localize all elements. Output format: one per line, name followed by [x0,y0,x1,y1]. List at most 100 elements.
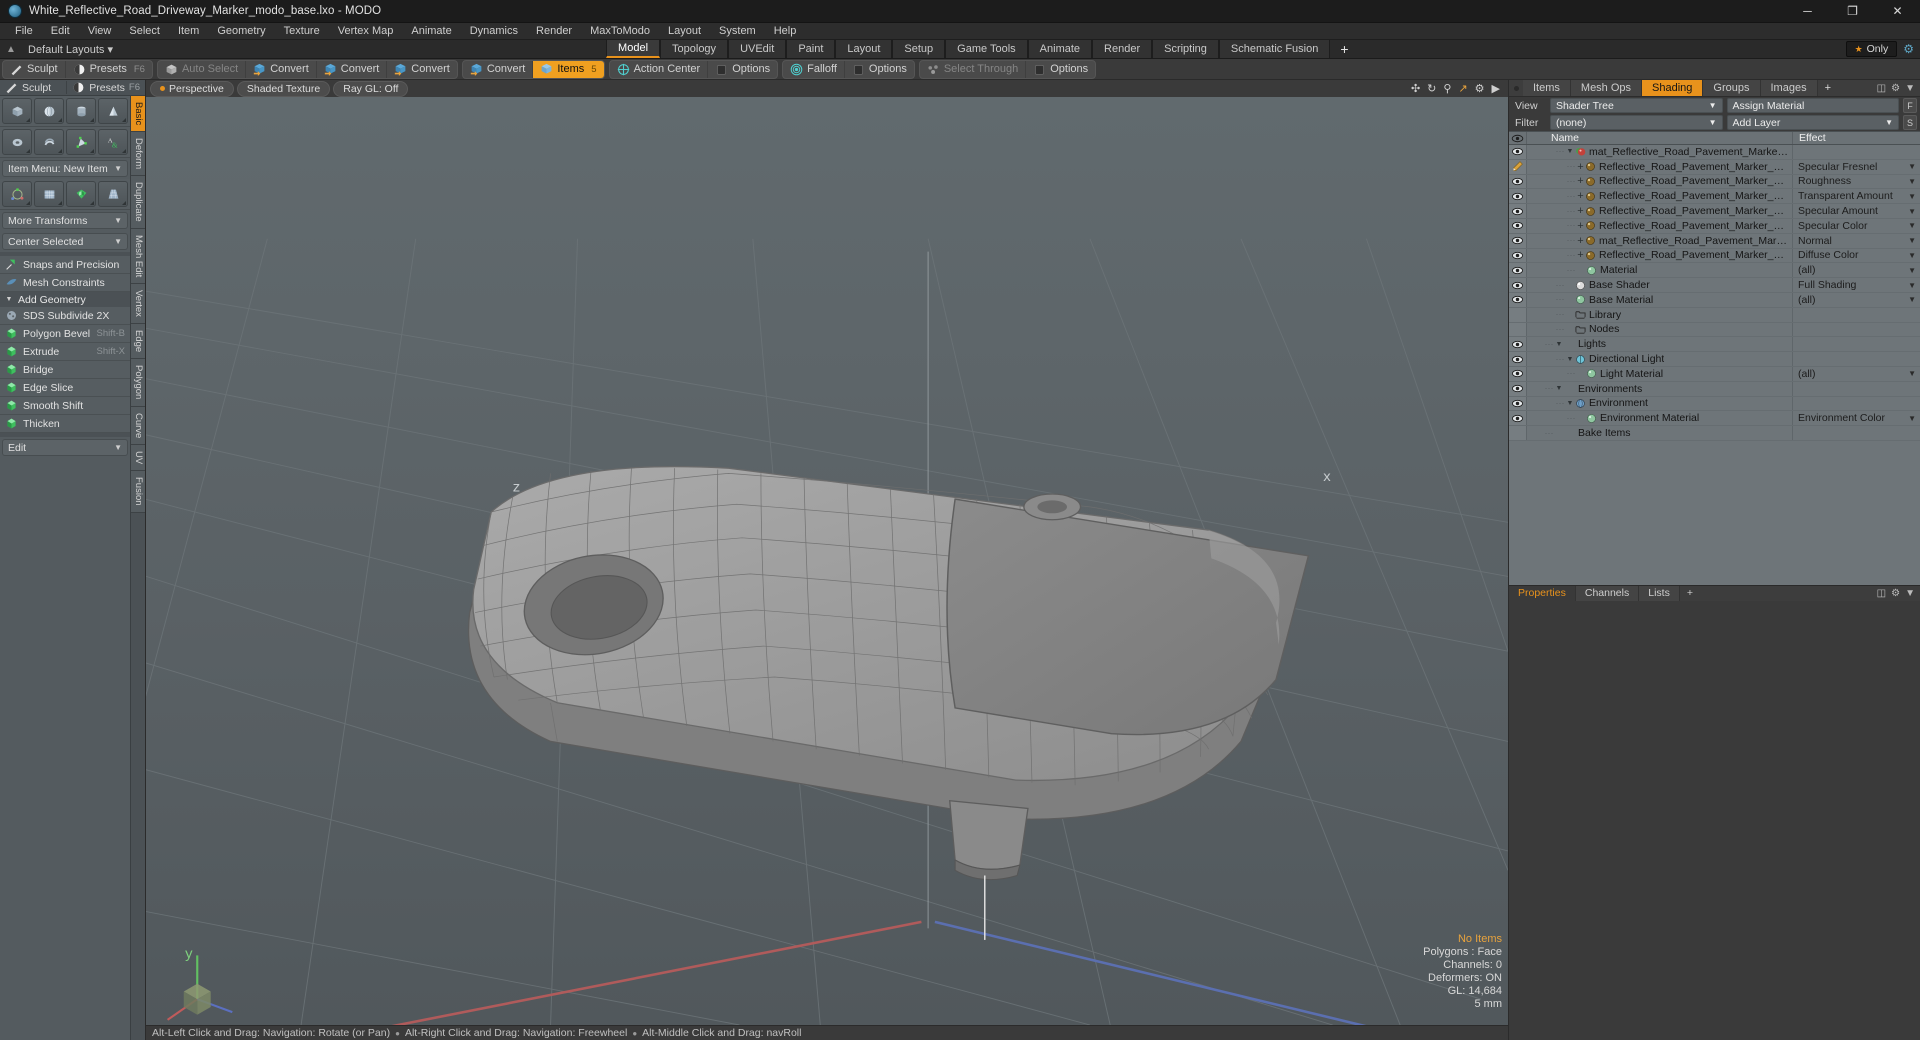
layout-tab-animate[interactable]: Animate [1027,40,1093,58]
expand-collapse-icon[interactable]: ▼ [1554,385,1564,392]
close-button[interactable]: ✕ [1875,0,1920,22]
fit-icon[interactable]: ↗ [1458,82,1467,95]
eye-icon[interactable] [1511,190,1524,203]
chevron-down-icon[interactable]: ▼ [1905,588,1915,599]
geometry-item-extrude[interactable]: Extrude Shift-X [0,343,130,361]
add-layer-button[interactable]: S [1903,115,1917,130]
add-properties-tab-button[interactable]: + [1679,585,1700,601]
rotate-icon[interactable]: ↻ [1427,82,1436,95]
visibility-toggle[interactable] [1509,174,1527,189]
toolbar-button-select-through[interactable]: Select Through [920,60,1027,78]
layout-tab-uvedit[interactable]: UVEdit [728,40,787,58]
left-vertical-tab-polygon[interactable]: Polygon [131,359,145,407]
minimize-button[interactable]: ─ [1785,0,1830,22]
shader-tree-effect-cell[interactable]: (all) ▼ [1792,263,1920,278]
menu-item-geometry[interactable]: Geometry [208,23,274,40]
assign-material-dropdown[interactable]: Assign Material [1726,98,1899,113]
cone-icon[interactable] [98,98,128,124]
expand-icon[interactable]: + [1576,250,1585,261]
toolbar-button-sculpt[interactable]: Sculpt [3,60,66,78]
polygon-pen-icon[interactable] [66,129,96,155]
shader-tree-row[interactable]: ⋯ Environment Material Environment Color ▼ [1509,411,1920,427]
properties-tab-lists[interactable]: Lists [1639,585,1680,601]
expand-icon[interactable]: + [1576,206,1585,217]
geometry-item-thicken[interactable]: Thicken [0,415,130,433]
menu-item-vertex-map[interactable]: Vertex Map [329,23,403,40]
geometry-item-smooth-shift[interactable]: Smooth Shift [0,397,130,415]
more-transforms-dropdown[interactable]: More Transforms ▼ [2,212,128,229]
menu-item-maxtomodo[interactable]: MaxToModo [581,23,659,40]
visibility-toggle[interactable] [1509,396,1527,411]
eye-icon[interactable] [1511,234,1524,247]
left-vertical-tab-basic[interactable]: Basic [131,96,145,133]
geometry-item-bridge[interactable]: Bridge [0,361,130,379]
left-vertical-tab-fusion[interactable]: Fusion [131,471,145,513]
shader-tree-row[interactable]: ⋯ Base Material (all) ▼ [1509,292,1920,308]
menu-item-render[interactable]: Render [527,23,581,40]
expand-collapse-icon[interactable]: ▼ [1565,400,1575,407]
item-menu-dropdown[interactable]: Item Menu: New Item ▼ [2,160,128,177]
shader-tree-effect-cell[interactable]: Full Shading ▼ [1792,278,1920,292]
toolbar-button-convert[interactable]: Convert [246,60,317,78]
layout-tab-setup[interactable]: Setup [892,40,946,58]
shader-tree-effect-cell[interactable]: Environment Color ▼ [1792,411,1920,426]
popout-icon[interactable]: ◫ [1877,83,1886,94]
only-toggle-button[interactable]: ★ Only [1845,41,1898,57]
right-tab-groups[interactable]: Groups [1703,80,1761,96]
layout-tab-topology[interactable]: Topology [660,40,729,58]
layout-tab-render[interactable]: Render [1092,40,1153,58]
visibility-toggle[interactable] [1509,189,1527,204]
properties-tab-channels[interactable]: Channels [1575,585,1640,601]
expand-collapse-icon[interactable]: ▼ [1565,148,1575,155]
center-selected-dropdown[interactable]: Center Selected ▼ [2,233,128,250]
add-right-tab-button[interactable]: + [1817,80,1839,96]
expand-collapse-icon[interactable]: ▼ [1565,356,1575,363]
cylinder-icon[interactable] [66,98,96,124]
gear-icon[interactable]: ⚙ [1891,83,1900,94]
gear-icon[interactable]: ⚙ [1891,588,1900,599]
shader-tree-row[interactable]: ⋯ + Reflective_Road_Pavement_Marker_geo1_ … [1509,204,1920,219]
toolbar-button-falloff[interactable]: Falloff [783,60,845,78]
shader-tree-row[interactable]: ⋯ ▼ Environment [1509,396,1920,412]
text-icon[interactable]: A & [98,129,128,155]
shader-tree-row[interactable]: ⋯ Bake Items [1509,426,1920,441]
eye-icon[interactable] [1511,219,1524,232]
shader-tree-effect-cell[interactable]: Diffuse Color ▼ [1792,248,1920,263]
menu-item-select[interactable]: Select [120,23,169,40]
shader-tree-row[interactable]: ⋯ + Reflective_Road_Pavement_Marker_geo1_ … [1509,174,1920,190]
brush-icon[interactable] [1511,160,1524,173]
right-tab-shading[interactable]: Shading [1642,80,1704,96]
visibility-toggle[interactable] [1509,366,1527,381]
toolbar-button-convert[interactable]: Convert [463,60,534,78]
shader-tree-row[interactable]: ⋯ + Reflective_Road_Pavement_Marker_geo1_ … [1509,248,1920,264]
lattice-icon[interactable] [98,181,128,207]
visibility-toggle[interactable] [1509,352,1527,366]
shader-tree-row[interactable]: ⋯ + Reflective_Road_Pavement_Marker_geo1_ … [1509,218,1920,234]
visibility-toggle[interactable] [1509,233,1527,248]
edit-dropdown[interactable]: Edit ▼ [2,439,128,456]
menu-item-help[interactable]: Help [765,23,806,40]
shader-tree-row[interactable]: ⋯ ▼ Environments [1509,381,1920,397]
shader-tree-row[interactable]: ⋯ + Reflective_Road_Pavement_Marker_geo1_ … [1509,159,1920,175]
eye-icon[interactable] [1511,175,1524,188]
visibility-toggle[interactable] [1509,292,1527,307]
eye-icon[interactable] [1511,397,1524,410]
right-tab-items[interactable]: Items [1523,80,1571,96]
toolbar-button-options[interactable]: Options [845,61,914,78]
menu-item-layout[interactable]: Layout [659,23,710,40]
toolbar-button-convert[interactable]: Convert [317,60,388,78]
expand-icon[interactable]: + [1576,220,1585,231]
toolbar-button-action-center[interactable]: Action Center [610,60,709,78]
expand-icon[interactable]: + [1576,161,1585,172]
eye-icon[interactable] [1511,264,1524,277]
left-top-presets[interactable]: Presets F6 [66,81,145,94]
visibility-toggle[interactable] [1509,218,1527,233]
shader-tree-row[interactable]: ⋯ ▼ Lights [1509,337,1920,353]
shader-tree-effect-cell[interactable]: Roughness ▼ [1792,174,1920,189]
viewport-3d[interactable]: z x y No Items Polygons : Face Channels:… [146,97,1508,1025]
right-tab-mesh-ops[interactable]: Mesh Ops [1570,80,1643,96]
transform-gizmo-icon[interactable] [2,181,32,207]
left-vertical-tab-vertex[interactable]: Vertex [131,284,145,325]
visibility-toggle[interactable] [1509,337,1527,352]
expand-icon[interactable]: + [1576,235,1585,246]
